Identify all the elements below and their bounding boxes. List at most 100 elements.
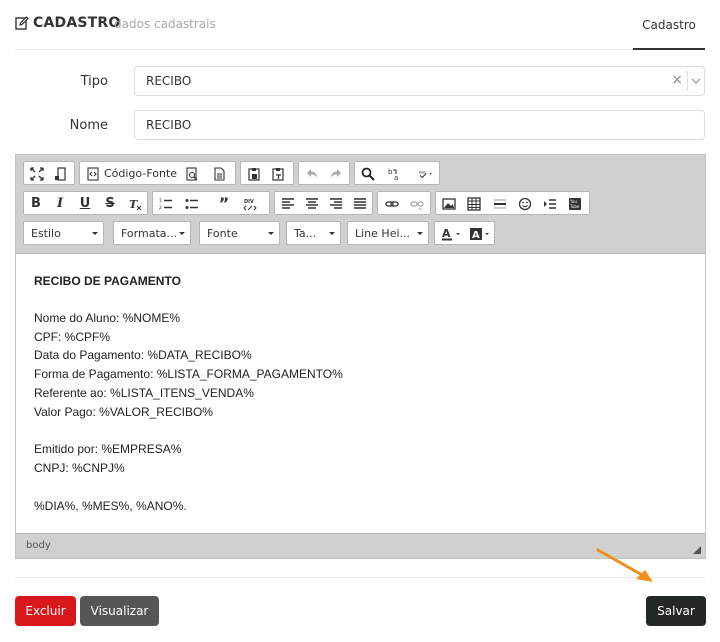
delete-button[interactable]: Excluir — [15, 596, 76, 626]
div-icon[interactable]: DIV — [241, 195, 259, 212]
line-height-combo-label: Line Hei... — [355, 227, 411, 240]
tipo-select-value: RECIBO — [146, 74, 192, 88]
tipo-label: Tipo — [80, 74, 108, 89]
horizontal-rule-icon[interactable] — [491, 195, 509, 212]
svg-text:1: 1 — [159, 198, 162, 204]
source-button-label[interactable]: Código-Fonte — [104, 165, 177, 182]
bold-icon[interactable]: B — [27, 195, 45, 212]
arrow-annotation-icon — [596, 548, 653, 582]
numbered-list-icon[interactable]: 12 — [157, 195, 175, 212]
source-icon[interactable] — [84, 165, 102, 182]
table-icon[interactable] — [465, 195, 483, 212]
replace-icon[interactable]: ba — [385, 165, 403, 182]
remove-format-icon[interactable]: T — [126, 195, 144, 212]
unlink-icon[interactable] — [408, 195, 426, 212]
content-gap — [34, 478, 687, 497]
edit-icon — [15, 16, 29, 30]
svg-text:b: b — [388, 168, 393, 176]
receipt-title: RECIBO DE PAGAMENTO — [34, 274, 181, 288]
youtube-icon[interactable]: You Tube — [566, 195, 584, 212]
align-right-icon[interactable] — [327, 195, 345, 212]
size-combo[interactable]: Ta... — [286, 221, 341, 245]
undo-icon[interactable] — [303, 165, 321, 182]
page-header: CADASTRO dados cadastrais Cadastro — [15, 0, 705, 50]
chevron-down-icon — [179, 232, 185, 235]
strike-icon[interactable]: S — [101, 195, 119, 212]
toolbar-group-insert: You Tube — [435, 191, 590, 215]
preview-icon[interactable] — [183, 165, 201, 182]
nome-input[interactable]: RECIBO — [134, 110, 705, 140]
svg-text:2: 2 — [159, 205, 162, 211]
line-height-combo[interactable]: Line Hei... — [347, 221, 429, 245]
format-combo-label: Formata... — [121, 227, 177, 240]
content-line: Data do Pagamento: %DATA_RECIBO% — [34, 348, 252, 363]
content-line: Referente ao: %LISTA_ITENS_VENDA% — [34, 385, 254, 400]
justify-icon[interactable] — [351, 195, 369, 212]
rich-text-editor: Código-Fonte b a ABC B I U S T 1 2 ” DIV… — [15, 154, 706, 559]
page-break-icon[interactable] — [541, 195, 559, 212]
redo-icon[interactable] — [327, 165, 345, 182]
toolbar-group-links — [377, 191, 431, 215]
content-line: Valor Pago: %VALOR_RECIBO% — [34, 404, 213, 419]
maximize-icon[interactable] — [28, 165, 46, 182]
svg-text:a: a — [394, 174, 398, 181]
bulleted-list-icon[interactable] — [183, 195, 201, 212]
content-line: Nome do Aluno: %NOME% — [34, 310, 181, 325]
toolbar-group-align — [274, 191, 373, 215]
toolbar-group-document: Código-Fonte — [79, 161, 236, 185]
svg-text:DIV: DIV — [244, 199, 254, 205]
tipo-select[interactable]: RECIBO × — [134, 66, 705, 96]
content-line: %DIA%, %MES%, %ANO%. — [34, 498, 187, 513]
element-path[interactable]: body — [26, 540, 51, 551]
text-color-icon[interactable]: A — [439, 225, 465, 242]
toolbar-group-colors: A A — [434, 221, 495, 245]
toolbar-group-view — [23, 161, 75, 185]
align-center-icon[interactable] — [303, 195, 321, 212]
chevron-down-icon[interactable] — [691, 76, 701, 86]
page-subtitle: dados cadastrais — [114, 17, 216, 31]
background-color-icon[interactable]: A — [468, 225, 494, 242]
clear-icon[interactable]: × — [671, 72, 683, 88]
svg-text:A: A — [472, 230, 480, 241]
underline-icon[interactable]: U — [76, 195, 94, 212]
content-line: CPF: %CPF% — [34, 329, 111, 344]
paste-text-icon[interactable] — [269, 165, 287, 182]
save-button[interactable]: Salvar — [646, 596, 706, 626]
find-icon[interactable] — [359, 165, 377, 182]
style-combo-label: Estilo — [31, 227, 61, 240]
smiley-icon[interactable] — [516, 195, 534, 212]
chevron-down-icon — [329, 232, 335, 235]
paste-icon[interactable] — [245, 165, 263, 182]
chevron-down-icon — [92, 232, 98, 235]
toolbar-group-find: ba ABC — [354, 161, 440, 185]
templates-icon[interactable] — [210, 165, 228, 182]
content-line: Forma de Pagamento: %LISTA_FORMA_PAGAMEN… — [34, 367, 343, 382]
svg-text:T: T — [129, 198, 138, 211]
style-combo[interactable]: Estilo — [23, 221, 104, 245]
format-combo[interactable]: Formata... — [113, 221, 191, 245]
size-combo-label: Ta... — [294, 227, 317, 240]
italic-icon[interactable]: I — [51, 195, 69, 212]
spellcheck-icon[interactable]: ABC — [413, 165, 437, 182]
content-gap — [34, 422, 687, 441]
svg-text:Tube: Tube — [569, 204, 580, 209]
align-left-icon[interactable] — [279, 195, 297, 212]
content-line: CNPJ: %CNPJ% — [34, 461, 125, 476]
nome-label: Nome — [69, 118, 108, 133]
chevron-down-icon — [417, 232, 423, 235]
toolbar-group-clipboard — [240, 161, 294, 185]
font-combo[interactable]: Fonte — [199, 221, 280, 245]
svg-text:A: A — [442, 227, 451, 240]
image-icon[interactable] — [440, 195, 458, 212]
preview-button[interactable]: Visualizar — [80, 596, 159, 626]
editor-content[interactable]: RECIBO DE PAGAMENTO Nome do Aluno: %NOME… — [16, 255, 705, 533]
show-blocks-icon[interactable] — [52, 165, 70, 182]
font-combo-label: Fonte — [207, 227, 238, 240]
resize-handle-icon[interactable] — [693, 546, 701, 554]
link-icon[interactable] — [383, 195, 401, 212]
blockquote-icon[interactable]: ” — [215, 194, 233, 213]
toolbar-group-paragraph: 12 ” DIV — [152, 191, 270, 215]
chevron-down-icon — [268, 232, 274, 235]
toolbar-group-history — [298, 161, 350, 185]
tab-cadastro[interactable]: Cadastro — [633, 0, 705, 50]
